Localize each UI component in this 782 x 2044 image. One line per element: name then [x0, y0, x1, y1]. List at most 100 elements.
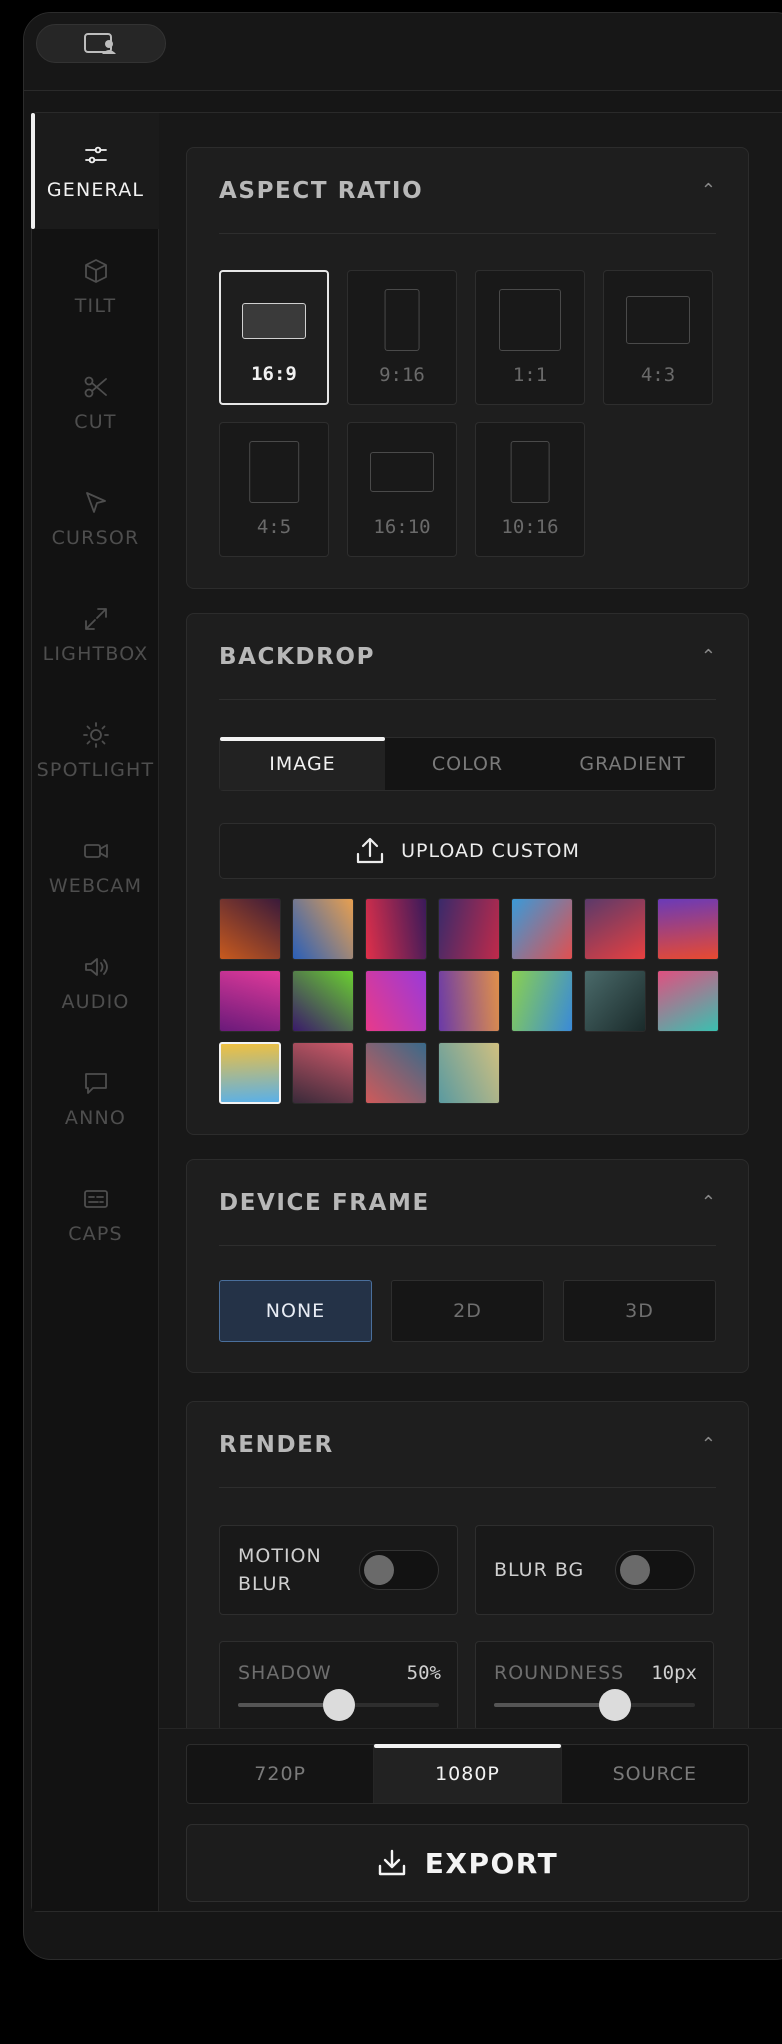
slider-thumb[interactable]	[322, 1689, 355, 1721]
backdrop-thumbnail[interactable]	[511, 898, 573, 960]
aspect-ratio-label: 4:3	[640, 364, 676, 386]
sidebar-item-label: TILT	[74, 295, 117, 317]
backdrop-thumbnail[interactable]	[438, 970, 500, 1032]
device-frame-panel: DEVICE FRAME ⌃ NONE 2D 3D	[186, 1159, 749, 1373]
chevron-up-icon[interactable]: ⌃	[701, 180, 716, 201]
shadow-slider[interactable]	[238, 1689, 439, 1721]
aspect-ratio-preview	[242, 303, 306, 339]
backdrop-thumbnail[interactable]	[365, 898, 427, 960]
aspect-ratio-label: 1:1	[512, 364, 548, 386]
backdrop-panel: BACKDROP ⌃ IMAGE COLOR GRADIENT UPLOAD CUS…	[186, 613, 749, 1135]
sidebar-item-spotlight[interactable]: SPOTLIGHT	[32, 693, 159, 809]
backdrop-thumbnail[interactable]	[511, 970, 573, 1032]
motion-blur-switch[interactable]	[359, 1550, 439, 1590]
backdrop-thumbnail[interactable]	[584, 970, 646, 1032]
motion-blur-label: MOTION BLUR	[238, 1545, 322, 1595]
resolution-tabs: 720P 1080P SOURCE	[186, 1743, 749, 1804]
device-frame-option-3d[interactable]: 3D	[563, 1280, 716, 1342]
panel-title: ASPECT RATIO	[219, 177, 424, 204]
aspect-ratio-option[interactable]: 4:5	[219, 422, 329, 557]
export-footer: 720P 1080P SOURCE EXPORT	[159, 1728, 782, 1911]
aspect-ratio-preview	[510, 441, 550, 503]
export-label: EXPORT	[424, 1846, 559, 1880]
settings-content: ASPECT RATIO ⌃ 16:9 9:16 1:1 4:3 4:5 16:10 10:…	[159, 113, 782, 1911]
backdrop-thumbnail[interactable]	[584, 898, 646, 960]
profile-window-button[interactable]	[36, 24, 166, 63]
download-icon	[378, 1849, 405, 1876]
panel-title: BACKDROP	[219, 643, 376, 670]
sidebar-item-cut[interactable]: CUT	[32, 345, 159, 461]
export-button[interactable]: EXPORT	[186, 1824, 749, 1902]
slider-fill	[494, 1703, 615, 1707]
captions-icon	[83, 1190, 108, 1208]
sidebar-item-general[interactable]: GENERAL	[31, 113, 159, 229]
sidebar-item-anno[interactable]: ANNO	[32, 1041, 159, 1157]
aspect-ratio-option[interactable]: 9:16	[347, 270, 457, 405]
aspect-ratio-header[interactable]: ASPECT RATIO ⌃	[219, 148, 716, 234]
sidebar-item-cursor[interactable]: CURSOR	[32, 461, 159, 577]
aspect-ratio-label: 4:5	[256, 516, 292, 538]
cursor-icon	[85, 492, 106, 513]
aspect-ratio-panel: ASPECT RATIO ⌃ 16:9 9:16 1:1 4:3 4:5 16:10 10:…	[186, 147, 749, 589]
slider-thumb[interactable]	[598, 1689, 631, 1721]
backdrop-thumbnail[interactable]	[657, 970, 719, 1032]
backdrop-thumbnail[interactable]	[219, 1042, 281, 1104]
title-bar	[24, 13, 782, 91]
resolution-720p[interactable]: 720P	[187, 1745, 375, 1803]
device-frame-option-2d[interactable]: 2D	[391, 1280, 544, 1342]
aspect-ratio-option[interactable]: 1:1	[475, 270, 585, 405]
chevron-up-icon[interactable]: ⌃	[701, 646, 716, 667]
sidebar-item-label: LIGHTBOX	[42, 643, 149, 665]
editor-panel: GENERAL TILT CUT CURSOR LIGHTBOX SPOTLIGHT WEB…	[31, 112, 782, 1912]
upload-icon	[357, 837, 384, 864]
aspect-ratio-option[interactable]: 16:10	[347, 422, 457, 557]
cube-icon	[84, 259, 107, 283]
roundness-slider[interactable]	[494, 1689, 695, 1721]
aspect-ratio-option[interactable]: 10:16	[475, 422, 585, 557]
aspect-ratio-option[interactable]: 16:9	[219, 270, 329, 405]
backdrop-thumbnail[interactable]	[438, 898, 500, 960]
aspect-ratio-preview	[249, 441, 299, 503]
sidebar-item-webcam[interactable]: WEBCAM	[32, 809, 159, 925]
backdrop-thumbnail[interactable]	[365, 1042, 427, 1104]
resolution-source[interactable]: SOURCE	[562, 1745, 748, 1803]
sliders-icon	[84, 146, 107, 164]
aspect-ratio-label: 16:10	[373, 516, 431, 538]
backdrop-thumbnail[interactable]	[365, 970, 427, 1032]
sidebar-item-lightbox[interactable]: LIGHTBOX	[32, 577, 159, 693]
backdrop-thumbnail[interactable]	[219, 898, 281, 960]
sidebar-item-audio[interactable]: AUDIO	[32, 925, 159, 1041]
aspect-ratio-label: 16:9	[251, 363, 297, 385]
blur-bg-switch[interactable]	[615, 1550, 695, 1590]
device-frame-option-none[interactable]: NONE	[219, 1280, 372, 1342]
backdrop-thumbnail[interactable]	[292, 970, 354, 1032]
scissors-icon	[84, 376, 107, 398]
tab-image[interactable]: IMAGE	[220, 736, 385, 790]
backdrop-thumbnail[interactable]	[657, 898, 719, 960]
backdrop-thumbnail[interactable]	[438, 1042, 500, 1104]
device-frame-header[interactable]: DEVICE FRAME ⌃	[219, 1160, 716, 1246]
render-header[interactable]: RENDER ⌃	[219, 1402, 716, 1488]
sidebar-item-label: WEBCAM	[48, 875, 143, 897]
upload-custom-button[interactable]: UPLOAD CUSTOM	[219, 823, 716, 879]
backdrop-thumbnail[interactable]	[292, 1042, 354, 1104]
blur-bg-toggle-box: BLUR BG	[475, 1525, 714, 1615]
aspect-ratio-label: 9:16	[379, 364, 425, 386]
tab-color[interactable]: COLOR	[385, 738, 550, 790]
tab-gradient[interactable]: GRADIENT	[550, 738, 715, 790]
backdrop-thumbnail[interactable]	[292, 898, 354, 960]
aspect-ratio-preview	[384, 289, 420, 351]
chevron-up-icon[interactable]: ⌃	[701, 1434, 716, 1455]
aspect-ratio-preview	[370, 452, 434, 492]
sidebar-item-tilt[interactable]: TILT	[32, 229, 159, 345]
resolution-1080p[interactable]: 1080P	[374, 1743, 562, 1803]
sidebar-item-caps[interactable]: CAPS	[32, 1157, 159, 1273]
aspect-ratio-preview	[499, 289, 561, 351]
backdrop-header[interactable]: BACKDROP ⌃	[219, 614, 716, 700]
blur-bg-label: BLUR BG	[494, 1559, 585, 1581]
aspect-ratio-option[interactable]: 4:3	[603, 270, 713, 405]
backdrop-thumbnail[interactable]	[219, 970, 281, 1032]
roundness-label: ROUNDNESS	[494, 1662, 625, 1684]
shadow-label: SHADOW	[238, 1662, 332, 1684]
chevron-up-icon[interactable]: ⌃	[701, 1192, 716, 1213]
